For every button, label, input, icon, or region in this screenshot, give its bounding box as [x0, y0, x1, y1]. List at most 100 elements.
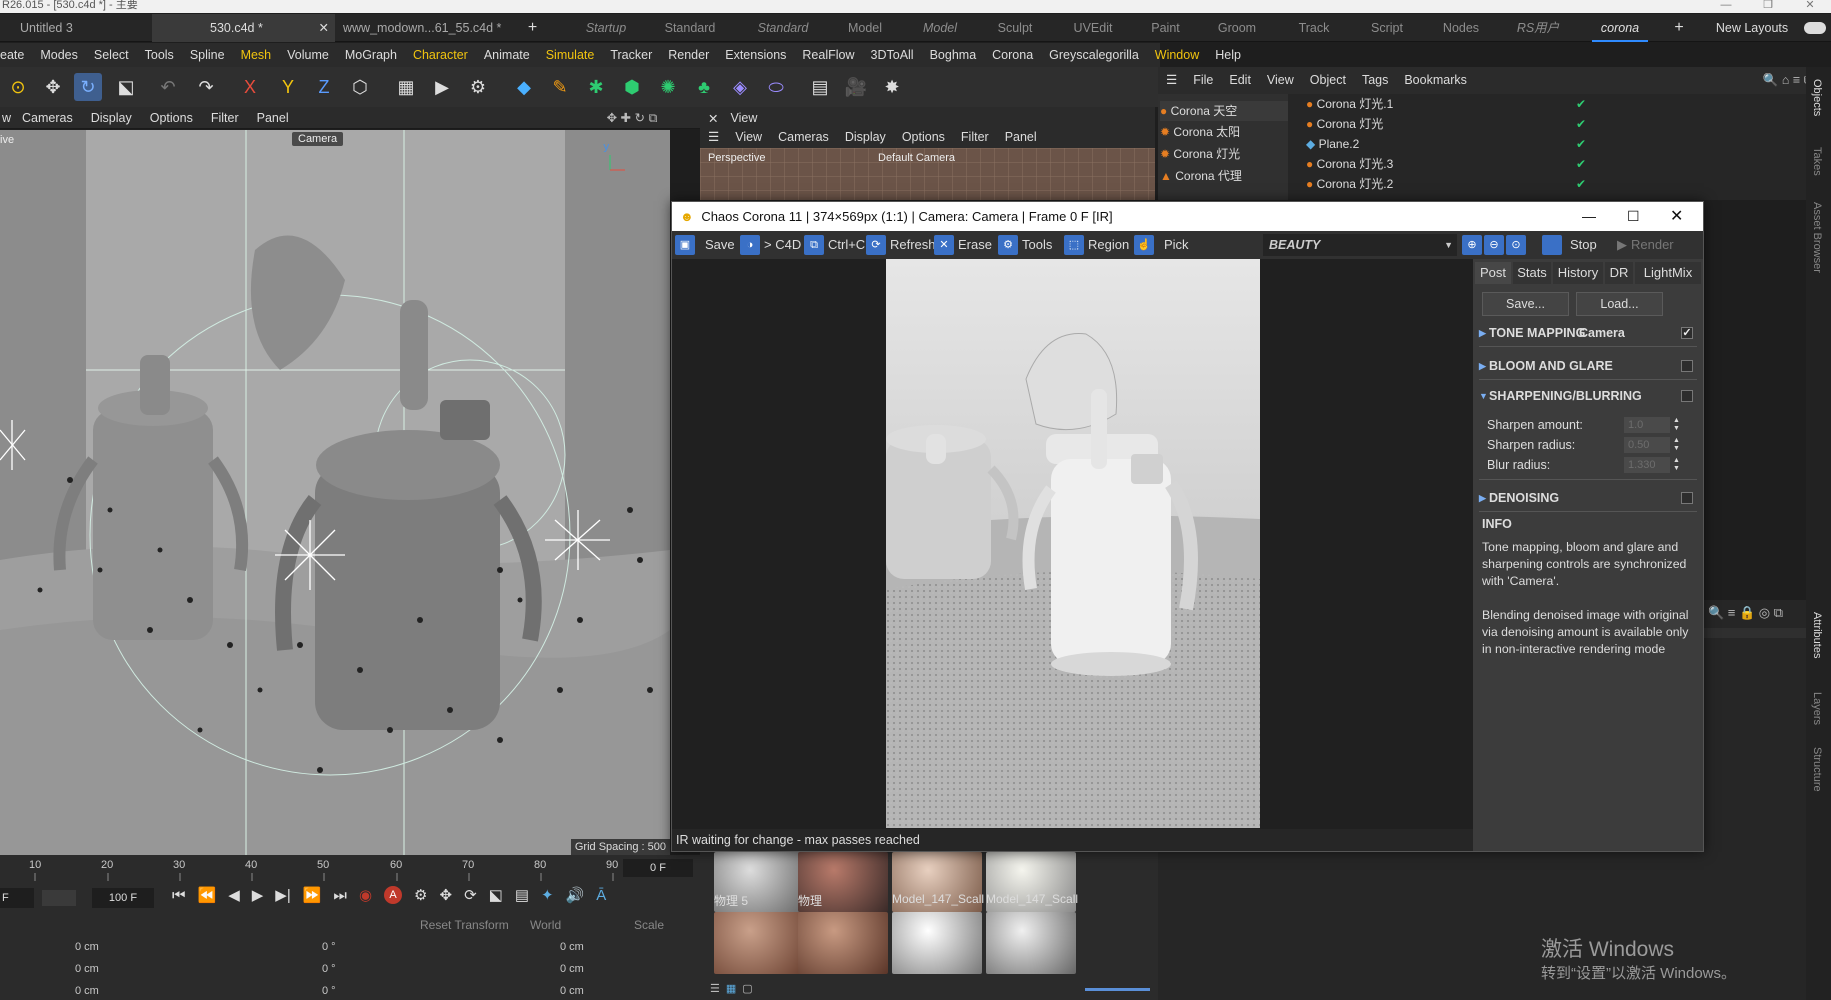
mograph-icon[interactable]: ♣ [690, 73, 718, 101]
next-key-icon[interactable]: ⏩ [303, 886, 322, 904]
cube-icon[interactable]: ◆ [510, 73, 538, 101]
coord-size-x[interactable]: 0 cm [560, 941, 584, 953]
single-view-icon[interactable]: ▢ [742, 982, 752, 995]
list-view-icon[interactable]: ☰ [710, 982, 720, 995]
object-row[interactable]: ◆ Plane.2 ✔ [1306, 134, 1586, 154]
doc-tab-530[interactable]: 530.c4d * ✕ [152, 14, 335, 42]
end-frame-field[interactable]: 100 F [92, 888, 154, 908]
pen-icon[interactable]: ✎ [546, 73, 574, 101]
camera-icon[interactable]: 🎥 [842, 73, 870, 101]
tab-lightmix[interactable]: LightMix [1635, 262, 1701, 284]
coord-rot-b[interactable]: 0 ° [322, 985, 336, 997]
layout-standard[interactable]: Standard [657, 14, 723, 42]
reset-transform-button[interactable]: Reset Transform [420, 918, 509, 932]
doc-tab-untitled[interactable]: Untitled 3 [12, 14, 152, 42]
blur-radius-spinner[interactable]: ▲ ▼ [1673, 457, 1680, 473]
menu-modes[interactable]: Modes [32, 43, 86, 67]
zoom-out-icon[interactable]: ⊖ [1484, 235, 1504, 255]
y-axis-icon[interactable]: Y [274, 73, 302, 101]
viewport-display-menu[interactable]: Display [82, 107, 141, 129]
viewport-options-menu[interactable]: Options [141, 107, 202, 129]
menu-window[interactable]: Window [1147, 43, 1207, 67]
objects-bookmarks-menu[interactable]: Bookmarks [1396, 67, 1475, 94]
menu-boghma[interactable]: Boghma [922, 43, 985, 67]
hamburger-icon[interactable]: ☰ [700, 126, 727, 148]
scale-select[interactable]: Scale [634, 918, 664, 932]
denoising-checkbox[interactable] [1681, 492, 1693, 504]
material-swatch[interactable] [714, 912, 804, 974]
menu-volume[interactable]: Volume [279, 43, 337, 67]
object-row[interactable]: ● Corona 灯光.1 ✔ [1306, 94, 1586, 114]
view2-options-menu[interactable]: Options [894, 126, 953, 148]
play-icon[interactable]: ▶ [252, 886, 264, 904]
object-row[interactable]: ● Corona 灯光.2 ✔ [1306, 174, 1586, 194]
scale-icon[interactable]: ⬕ [112, 73, 140, 101]
menu-help[interactable]: Help [1207, 43, 1249, 67]
key-pla-icon[interactable]: ✦ [541, 886, 554, 904]
tab-history[interactable]: History [1553, 262, 1603, 284]
side-tab-attributes[interactable]: Attributes [1811, 612, 1823, 658]
menu-tracker[interactable]: Tracker [602, 43, 660, 67]
section-tone-mapping[interactable]: ▶ TONE MAPPING Camera ✓ [1479, 321, 1697, 345]
subdivision-icon[interactable]: ✱ [582, 73, 610, 101]
layout-rs-user[interactable]: RS用户 [1512, 14, 1564, 42]
frame-range-slider[interactable] [42, 890, 76, 906]
objects-file-menu[interactable]: File [1185, 67, 1221, 94]
side-tab-asset-browser[interactable]: Asset Browser [1811, 202, 1823, 273]
view2-cameras-menu[interactable]: Cameras [770, 126, 837, 148]
corona-erase-button[interactable]: ✕ Erase [934, 234, 992, 256]
menu-animate[interactable]: Animate [476, 43, 538, 67]
objects-object-menu[interactable]: Object [1302, 67, 1354, 94]
undo-icon[interactable]: ↶ [154, 73, 182, 101]
menu-corona[interactable]: Corona [984, 43, 1041, 67]
view2-view-menu[interactable]: View [727, 126, 770, 148]
coord-rot-p[interactable]: 0 ° [322, 963, 336, 975]
viewport-cameras-menu[interactable]: Cameras [13, 107, 82, 129]
autokey-icon[interactable]: A [384, 886, 403, 904]
side-tab-layers[interactable]: Layers [1811, 692, 1823, 725]
coordinate-system-icon[interactable]: ⬡ [346, 73, 374, 101]
menu-simulate[interactable]: Simulate [538, 43, 603, 67]
tab-post[interactable]: Post [1475, 262, 1511, 284]
coord-pos-x[interactable]: 0 cm [75, 941, 99, 953]
corona-tools-button[interactable]: ⚙ Tools [998, 234, 1052, 256]
corona-to-c4d-button[interactable]: ◑ > C4D [740, 234, 801, 256]
corona-minimize-icon[interactable]: — [1582, 202, 1596, 231]
layout-sculpt[interactable]: Sculpt [990, 14, 1040, 42]
menu-realflow[interactable]: RealFlow [794, 43, 862, 67]
sound-icon[interactable]: 🔊 [566, 886, 585, 904]
key-rotate-icon[interactable]: ⟳ [464, 886, 477, 904]
menu-character[interactable]: Character [405, 43, 476, 67]
menu-greyscalegorilla[interactable]: Greyscalegorilla [1041, 43, 1147, 67]
menu-create[interactable]: eate [0, 43, 32, 67]
viewport-view-menu[interactable]: w [0, 107, 13, 129]
move-icon[interactable]: ✥ [39, 73, 67, 101]
layout-model[interactable]: Model [840, 14, 890, 42]
sharpen-radius-field[interactable]: 0.50 [1624, 437, 1670, 453]
doc-tab-modown[interactable]: www_modown...61_55.c4d * [335, 14, 505, 42]
layout-startup[interactable]: Startup [575, 14, 637, 42]
render-elements-select[interactable]: BEAUTY ▼ [1263, 234, 1457, 256]
new-layouts-button[interactable]: New Layouts [1712, 14, 1792, 42]
material-swatch[interactable] [986, 912, 1076, 974]
layout-track[interactable]: Track [1289, 14, 1339, 42]
viewport-right[interactable]: Perspective Default Camera [700, 148, 1155, 200]
generator-icon[interactable]: ⬢ [618, 73, 646, 101]
menu-select[interactable]: Select [86, 43, 137, 67]
list-item-light[interactable]: ✹ Corona 灯光 [1160, 144, 1240, 164]
viewport-left[interactable]: y ive Camera Grid Spacing : 500 [0, 130, 670, 855]
deformer-icon[interactable]: ◈ [726, 73, 754, 101]
tab-dr[interactable]: DR [1605, 262, 1633, 284]
layout-uvedit[interactable]: UVEdit [1068, 14, 1118, 42]
close-icon[interactable]: ✕ [1789, 0, 1831, 13]
render-settings-icon[interactable]: ⚙ [464, 73, 492, 101]
close-view-icon[interactable]: ✕ [700, 111, 718, 126]
zoom-fit-icon[interactable]: ⊙ [1506, 235, 1526, 255]
layout-paint[interactable]: Paint [1143, 14, 1188, 42]
section-sharpening[interactable]: ▼ SHARPENING/BLURRING [1479, 384, 1697, 408]
view2-display-menu[interactable]: Display [837, 126, 894, 148]
material-swatch[interactable] [892, 912, 982, 974]
list-item-proxy[interactable]: ▲ Corona 代理 [1160, 166, 1242, 186]
record-icon[interactable]: ◉ [359, 886, 372, 904]
floor-icon[interactable]: ▤ [806, 73, 834, 101]
